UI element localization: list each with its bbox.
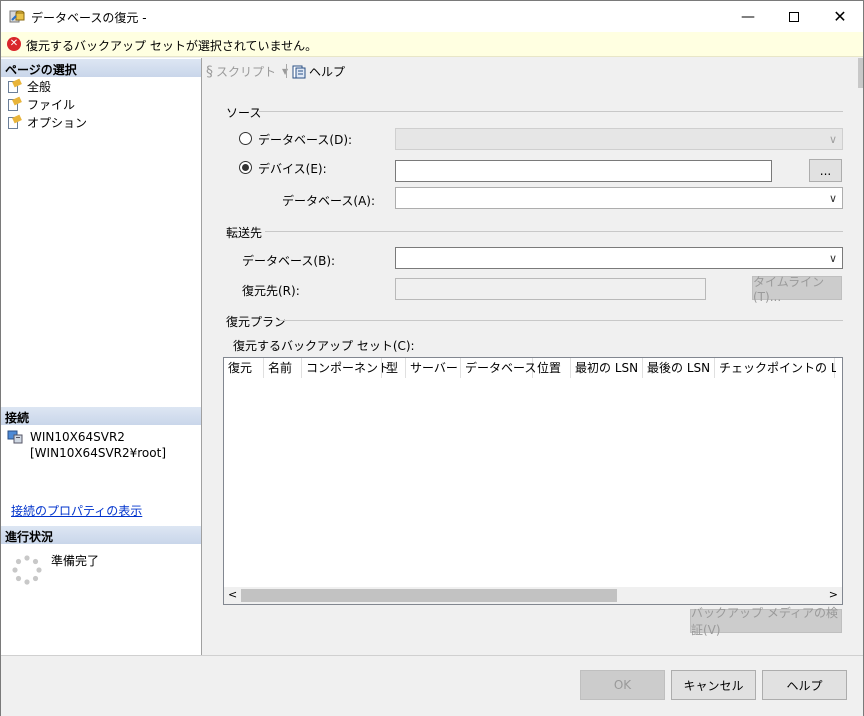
error-message-bar: ✕ 復元するバックアップ セットが選択されていません。 (1, 32, 863, 57)
source-database-label: データベース(A): (282, 194, 376, 208)
column-header-type[interactable]: 型 (382, 358, 406, 378)
close-icon: ✕ (833, 7, 847, 26)
ok-button[interactable]: OK (580, 670, 665, 700)
help-icon (292, 65, 306, 78)
destination-group-label: 転送先 (226, 226, 263, 240)
help-toolbar-button[interactable]: ヘルプ (291, 63, 345, 80)
grid-header: 復元 名前 コンポーネント 型 サーバー データベース 位置 最初の LSN 最… (224, 358, 836, 378)
column-header-database[interactable]: データベース (461, 358, 536, 378)
page-general[interactable]: 全般 (6, 78, 51, 95)
restore-database-icon (9, 10, 25, 23)
chevron-down-icon: ∨ (828, 252, 837, 265)
page-options-label: オプション (27, 116, 88, 130)
error-icon: ✕ (7, 37, 21, 51)
progress-header: 進行状況 (1, 526, 201, 544)
dialog-button-bar: OK キャンセル ヘルプ (1, 655, 863, 716)
page-icon (6, 78, 22, 94)
scroll-right-icon[interactable]: > (829, 588, 838, 601)
script-label: スクリプト (216, 65, 277, 79)
chevron-down-icon: ∨ (828, 133, 837, 146)
timeline-button[interactable]: タイムライン(T)... (752, 275, 842, 304)
restore-to-field[interactable] (395, 278, 706, 300)
page-select-header: ページの選択 (1, 59, 201, 77)
device-database-select[interactable]: ∨ (395, 187, 843, 209)
progress-spinner-icon (12, 555, 42, 585)
progress-status: 準備完了 (51, 554, 100, 568)
toolbar-separator (286, 64, 287, 78)
login-name: [WIN10X64SVR2¥root] (30, 446, 166, 460)
column-header-position[interactable]: 位置 (533, 358, 571, 378)
source-database-select[interactable]: ∨ (395, 128, 843, 150)
verify-backup-media-button[interactable]: バックアップ メディアの検証(V) (690, 606, 842, 637)
restore-plan-group-label: 復元プラン (226, 315, 287, 329)
column-header-component[interactable]: コンポーネント (302, 358, 390, 378)
backup-sets-label: 復元するバックアップ セット(C): (233, 339, 415, 353)
server-connection-icon (7, 430, 23, 444)
destination-group-divider (265, 231, 843, 232)
device-path-field[interactable] (395, 160, 772, 182)
page-files[interactable]: ファイル (6, 96, 75, 113)
page-files-label: ファイル (27, 98, 76, 112)
restore-plan-group-divider (280, 320, 843, 321)
browse-device-button[interactable]: ... (809, 159, 842, 182)
source-device-radio-label: デバイス(E): (258, 162, 327, 176)
scroll-left-icon[interactable]: < (228, 588, 237, 601)
script-icon: § (206, 63, 213, 80)
toolbar: § スクリプト ▼ ヘルプ (203, 58, 863, 84)
destination-database-select[interactable]: ∨ (395, 247, 843, 269)
maximize-button[interactable] (771, 1, 817, 32)
page-options[interactable]: オプション (6, 114, 87, 131)
page-general-label: 全般 (27, 80, 52, 94)
source-group-label: ソース (226, 106, 262, 120)
source-database-radio[interactable] (239, 132, 252, 145)
cancel-button[interactable]: キャンセル (671, 670, 756, 700)
minimize-button[interactable]: — (725, 1, 771, 32)
close-button[interactable]: ✕ (817, 1, 863, 32)
error-message: 復元するバックアップ セットが選択されていません。 (26, 39, 318, 53)
title-bar: データベースの復元 - — ✕ (1, 1, 863, 32)
vertical-scrollbar[interactable] (858, 58, 863, 88)
restore-to-label: 復元先(R): (242, 284, 300, 298)
maximize-icon (789, 11, 799, 22)
grid-horizontal-scrollbar[interactable]: < > (224, 587, 842, 604)
column-header-checkpoint-lsn[interactable]: チェックポイントの LSN (715, 358, 836, 378)
view-connection-properties-link[interactable]: 接続のプロパティの表示 (11, 502, 142, 519)
source-group-divider (259, 111, 843, 112)
column-header-name[interactable]: 名前 (264, 358, 302, 378)
help-button[interactable]: ヘルプ (762, 670, 847, 700)
column-header-last-lsn[interactable]: 最後の LSN (643, 358, 715, 378)
restore-database-dialog: データベースの復元 - — ✕ ✕ 復元するバックアップ セットが選択されていま… (0, 0, 864, 716)
backup-sets-grid[interactable]: 復元 名前 コンポーネント 型 サーバー データベース 位置 最初の LSN 最… (223, 357, 843, 605)
column-header-restore[interactable]: 復元 (224, 358, 264, 378)
column-header-first-lsn[interactable]: 最初の LSN (571, 358, 643, 378)
script-button[interactable]: § スクリプト ▼ (206, 63, 288, 80)
server-name: WIN10X64SVR2 (30, 430, 125, 444)
window-title: データベースの復元 - (31, 11, 147, 25)
destination-database-label: データベース(B): (242, 254, 336, 268)
source-database-radio-label: データベース(D): (258, 133, 353, 147)
connection-header: 接続 (1, 407, 201, 425)
minimize-icon: — (741, 8, 755, 25)
column-header-server[interactable]: サーバー (406, 358, 461, 378)
source-device-radio[interactable] (239, 161, 252, 174)
page-icon (6, 96, 22, 112)
left-pane: ページの選択 全般 ファイル オプション 接続 WIN10X64SVR2 [WI… (1, 58, 202, 655)
scrollbar-thumb[interactable] (241, 589, 617, 602)
chevron-down-icon: ∨ (828, 192, 837, 205)
page-icon (6, 114, 22, 130)
help-toolbar-label: ヘルプ (309, 65, 346, 79)
